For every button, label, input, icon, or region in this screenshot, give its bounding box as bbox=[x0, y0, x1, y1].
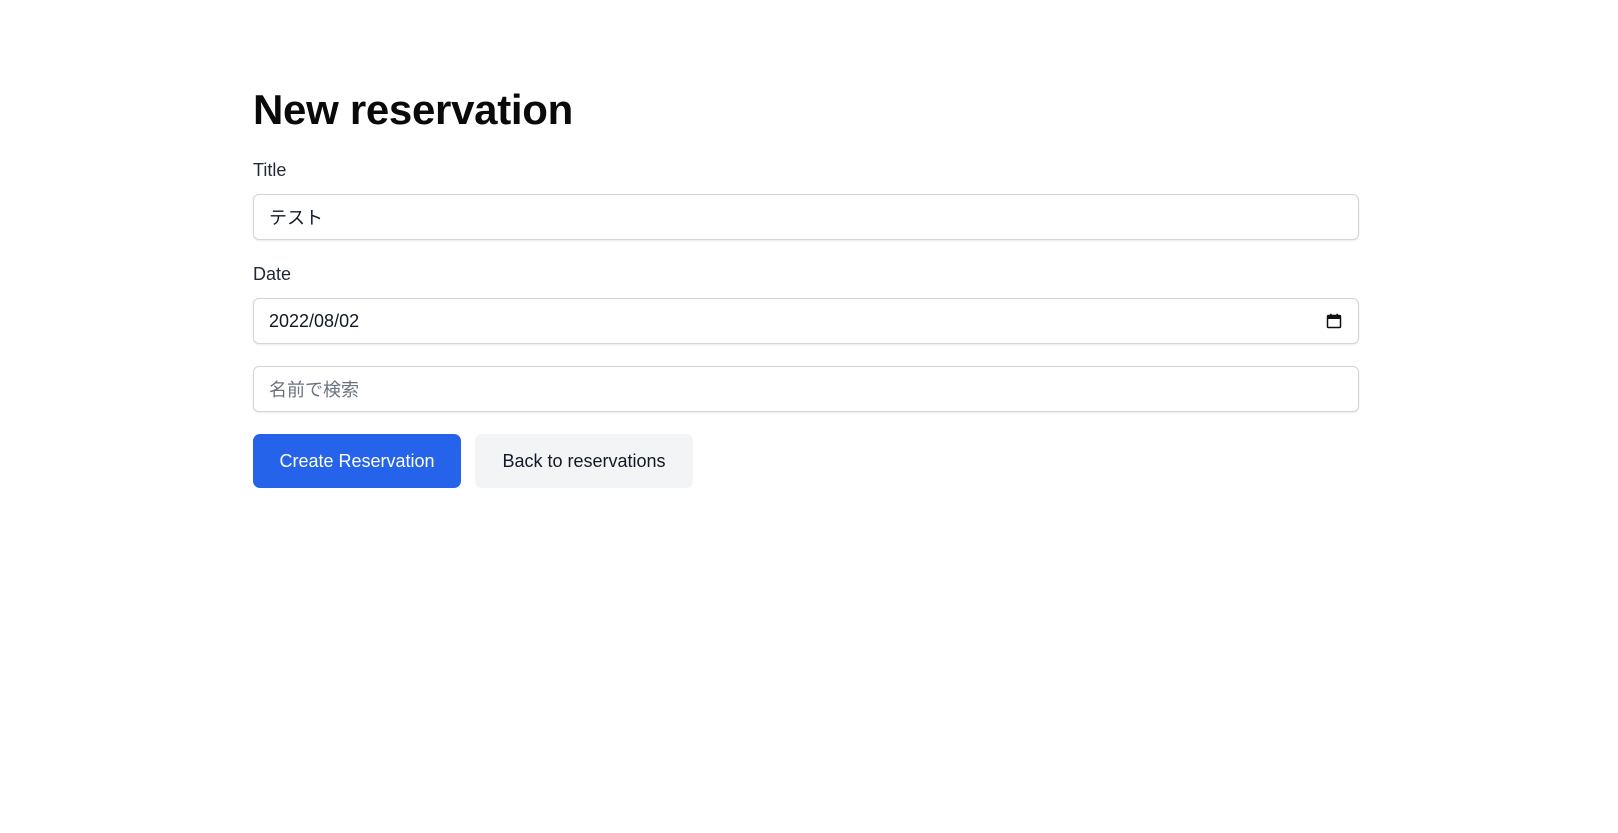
page-title: New reservation bbox=[253, 86, 573, 133]
search-placeholder: 名前で検索 bbox=[269, 380, 359, 400]
calendar-icon[interactable] bbox=[1326, 313, 1342, 329]
date-input-value: 2022/08/02 bbox=[269, 310, 360, 331]
date-label: Date bbox=[253, 264, 292, 284]
back-to-reservations-button[interactable]: Back to reservations bbox=[475, 434, 693, 488]
search-input[interactable]: 名前で検索 bbox=[253, 366, 1359, 412]
form-actions: Create Reservation Back to reservations bbox=[253, 434, 1359, 488]
title-input[interactable]: テスト bbox=[253, 194, 1359, 240]
create-reservation-button[interactable]: Create Reservation bbox=[253, 434, 461, 488]
reservation-form-page: New reservation Title テスト Date 2022/08/0… bbox=[253, 86, 1359, 488]
date-field: Date 2022/08/02 bbox=[253, 262, 1359, 344]
title-label: Title bbox=[253, 160, 287, 180]
search-field: 名前で検索 bbox=[253, 366, 1359, 412]
title-input-value: テスト bbox=[269, 208, 323, 228]
date-input[interactable]: 2022/08/02 bbox=[253, 298, 1359, 344]
title-field: Title テスト bbox=[253, 158, 1359, 240]
